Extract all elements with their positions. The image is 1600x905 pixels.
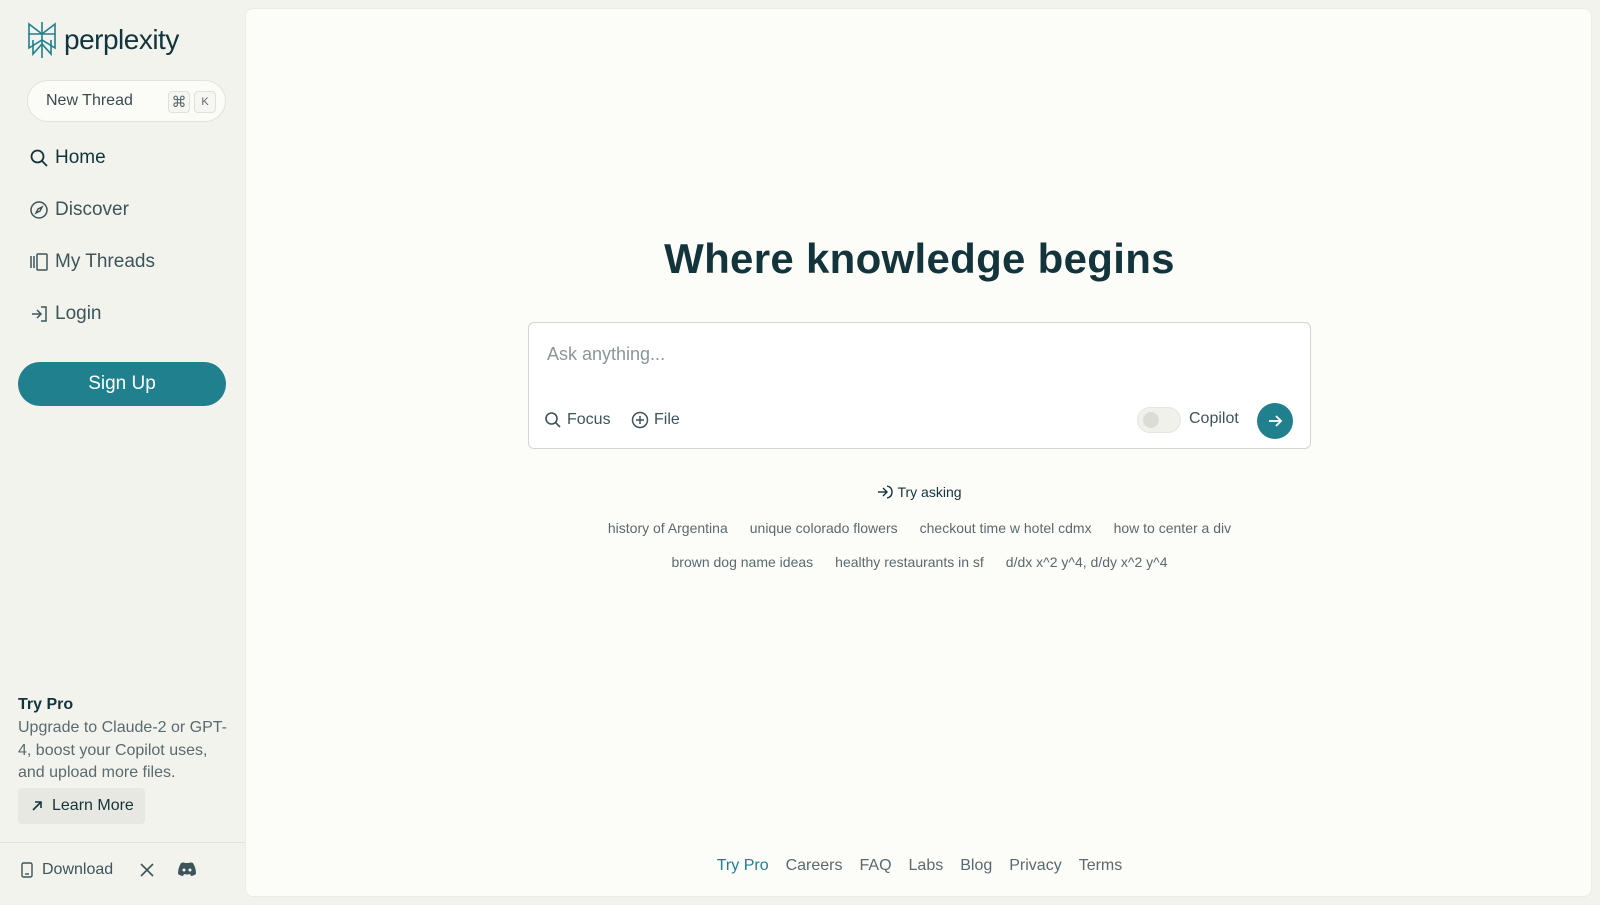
file-button[interactable]: File xyxy=(631,408,680,432)
suggestion-chip[interactable]: history of Argentina xyxy=(597,518,739,538)
plus-circle-icon xyxy=(631,411,649,429)
nav-item-label: Discover xyxy=(55,199,129,220)
suggestion-chip[interactable]: checkout time w hotel cdmx xyxy=(909,518,1103,538)
footer-links: Try Pro Careers FAQ Labs Blog Privacy Te… xyxy=(246,857,1593,875)
suggestions-row-2: brown dog name ideas healthy restaurants… xyxy=(246,552,1593,572)
footer-link-terms[interactable]: Terms xyxy=(1079,857,1123,875)
search-icon xyxy=(545,412,561,428)
arrow-up-right-icon xyxy=(32,801,42,811)
compass-icon xyxy=(30,201,48,219)
suggestion-chip[interactable]: unique colorado flowers xyxy=(739,518,909,538)
submit-button[interactable] xyxy=(1257,403,1293,439)
suggestion-chip[interactable]: healthy restaurants in sf xyxy=(824,552,995,572)
login-icon xyxy=(32,306,47,322)
learn-more-button[interactable]: Learn More xyxy=(18,788,145,824)
arrow-right-icon xyxy=(1269,415,1283,427)
nav-item-label: My Threads xyxy=(55,251,155,272)
suggestions-row-1: history of Argentina unique colorado flo… xyxy=(246,518,1593,538)
sign-up-button[interactable]: Sign Up xyxy=(18,362,226,406)
x-twitter-icon[interactable] xyxy=(139,862,155,878)
learn-more-label: Learn More xyxy=(52,797,134,814)
footer-link-blog[interactable]: Blog xyxy=(960,857,992,875)
download-label: Download xyxy=(42,861,114,878)
suggestion-chip[interactable]: d/dx x^2 y^4, d/dy x^2 y^4 xyxy=(995,552,1179,572)
nav-item-discover[interactable]: Discover xyxy=(29,195,129,225)
download-link[interactable]: Download xyxy=(20,858,113,882)
shortcut-cmd-key: ⌘ xyxy=(168,91,190,113)
device-icon xyxy=(21,862,33,878)
logo[interactable]: perplexity xyxy=(26,20,179,60)
logo-text: perplexity xyxy=(64,24,179,55)
footer-link-careers[interactable]: Careers xyxy=(786,857,843,875)
focus-label: Focus xyxy=(567,411,611,428)
new-thread-button[interactable]: New Thread ⌘ K xyxy=(27,80,226,122)
file-label: File xyxy=(654,411,680,428)
suggestion-chip[interactable]: brown dog name ideas xyxy=(661,552,825,572)
shortcut-k-key: K xyxy=(194,91,216,113)
try-pro-title: Try Pro xyxy=(18,696,74,713)
sidebar-divider xyxy=(0,842,245,843)
arrow-into-icon xyxy=(878,485,894,499)
nav-item-home[interactable]: Home xyxy=(29,143,106,173)
focus-button[interactable]: Focus xyxy=(544,408,611,432)
copilot-toggle[interactable] xyxy=(1137,407,1181,433)
nav-item-label: Login xyxy=(55,303,102,324)
search-input[interactable] xyxy=(547,341,1287,367)
footer-link-faq[interactable]: FAQ xyxy=(860,857,892,875)
new-thread-label: New Thread xyxy=(46,92,133,109)
nav-item-my-threads[interactable]: My Threads xyxy=(29,247,155,277)
try-asking-text: Try asking xyxy=(897,484,962,500)
nav-item-login[interactable]: Login xyxy=(29,299,102,329)
sidebar: perplexity New Thread ⌘ K Home Discover … xyxy=(0,0,245,905)
discord-icon[interactable] xyxy=(177,861,197,877)
main-panel: Where knowledge begins Focus File Copilo… xyxy=(245,8,1592,897)
footer-link-try-pro[interactable]: Try Pro xyxy=(717,857,769,875)
copilot-label: Copilot xyxy=(1189,410,1239,427)
search-box: Focus File Copilot xyxy=(528,322,1311,449)
perplexity-logo-icon xyxy=(28,22,56,58)
try-pro-description: Upgrade to Claude-2 or GPT-4, boost your… xyxy=(18,719,227,781)
page-title: Where knowledge begins xyxy=(664,235,1175,282)
suggestion-chip[interactable]: how to center a div xyxy=(1103,518,1243,538)
footer-link-privacy[interactable]: Privacy xyxy=(1009,857,1061,875)
footer-link-labs[interactable]: Labs xyxy=(909,857,944,875)
threads-icon xyxy=(30,253,48,271)
try-asking-label: Try asking xyxy=(246,484,1593,500)
toggle-knob xyxy=(1143,412,1159,428)
nav-item-label: Home xyxy=(55,147,106,168)
search-icon xyxy=(30,149,48,167)
